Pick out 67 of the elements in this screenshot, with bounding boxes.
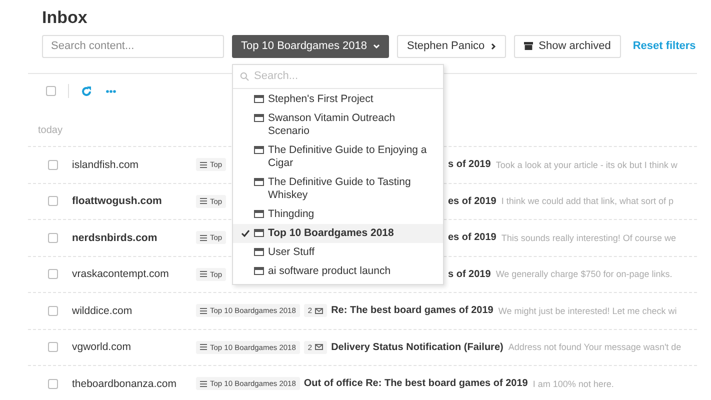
sender-name: wilddice.com [72,304,134,317]
message-preview: We might just be interested! Let me check wi [498,306,677,316]
check-icon [241,228,250,238]
table-icon [254,210,264,218]
dropdown-item[interactable]: Swanson Vitamin Outreach Scenario [233,108,443,140]
sender-name: floattwogush.com [72,195,163,208]
table-icon [254,266,264,274]
table-icon [254,146,264,154]
list-icon [200,234,207,241]
row-checkbox[interactable] [48,232,58,243]
table-icon [254,248,264,256]
message-preview: Took a look at your article - its ok but I think w [496,160,678,170]
row-checkbox[interactable] [48,378,58,389]
message-subject: Delivery Status Notification (Failure) [331,342,504,353]
select-all-checkbox[interactable] [46,86,56,96]
message-preview: Address not found Your message wasn't de [508,342,682,352]
message-subject: Out of office Re: The best board games of 2019 [304,378,528,390]
search-icon [240,72,249,80]
sender-name: theboardbonanza.com [72,378,178,390]
message-subject: es of 2019 [448,232,496,244]
message-subject: s of 2019 [448,159,491,170]
show-archived-button[interactable]: Show archived [514,34,621,58]
message-preview: I am 100% not here. [532,378,614,389]
row-checkbox[interactable] [48,160,58,170]
message-preview: I think we could add that link, what sort of p [501,196,674,206]
search-field[interactable]: Search content... [42,34,224,58]
sender-name: islandfish.com [72,158,140,171]
person-filter-button[interactable]: Stephen Panico [396,34,506,58]
message-preview: This sounds really interesting! Of course we [501,232,676,243]
dropdown-item[interactable]: The Definitive Guide to Tasting Whiskey [233,172,443,204]
sender-name: nerdsnbirds.com [72,232,158,244]
chevron-icon [372,44,380,48]
dropdown-item[interactable]: Top 10 Boardgames 2018 [233,224,443,242]
dropdown-item[interactable]: ai software product launch [233,262,443,280]
table-icon [254,94,264,102]
refresh-icon[interactable] [81,86,92,96]
row-checkbox[interactable] [48,342,58,352]
envelope-icon [315,308,324,314]
row-checkbox[interactable] [48,306,58,316]
envelope-icon [315,344,324,350]
table-icon [254,228,264,236]
archive-icon [524,42,533,50]
table-icon [254,178,264,186]
list-icon [200,380,207,387]
row-checkbox[interactable] [48,269,58,280]
dropdown-item[interactable]: Thingding [233,204,443,224]
more-icon[interactable] [106,90,116,92]
table-icon [254,114,264,122]
list-icon [200,162,207,168]
dropdown-item[interactable]: The Definitive Guide to Enjoying a Cigar [233,140,443,172]
sender-name: vgworld.com [72,341,132,354]
list-icon [200,308,207,314]
dropdown-item[interactable]: User Stuff [233,242,443,262]
message-subject: es of 2019 [448,196,496,207]
list-icon [200,198,207,204]
message-preview: We generally charge $750 for on-page links. [496,269,672,280]
page-title: Inbox [42,8,88,28]
message-subject: Re: The best board games of 2019 [331,305,494,316]
chevron-icon [490,42,496,50]
list-icon [200,344,207,350]
message-subject: s of 2019 [448,268,491,280]
group-label: today [38,125,62,136]
sender-name: vraskacontempt.com [72,268,170,280]
dropdown-item[interactable]: Stephen's First Project [233,90,443,108]
list-icon [200,271,207,278]
row-checkbox[interactable] [48,196,58,206]
project-filter-button[interactable]: Top 10 Boardgames 2018 [232,34,389,58]
